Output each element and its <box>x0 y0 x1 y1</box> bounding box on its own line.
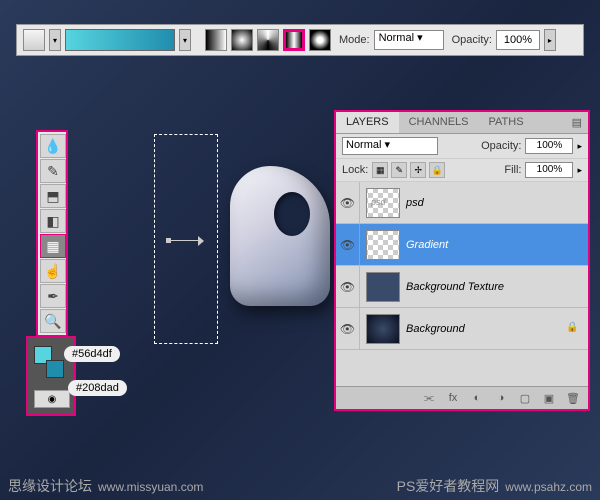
layers-panel-footer: ⫘ fx ◐ ◑ ▢ ▣ 🗑 <box>336 386 588 409</box>
adjustment-layer-icon[interactable]: ◑ <box>492 390 510 406</box>
watermark-right: PS爱好者教程网 www.psahz.com <box>397 476 592 496</box>
brush-tool[interactable]: ✎ <box>40 159 66 183</box>
panel-tabs: LAYERS CHANNELS PATHS ▤ <box>336 112 588 134</box>
zoom-tool[interactable]: 🔍 <box>40 309 66 333</box>
layer-thumbnail[interactable] <box>366 272 400 302</box>
canvas-3d-letter <box>230 166 340 326</box>
layer-opacity-label: Opacity: <box>481 140 521 152</box>
layer-thumbnail[interactable]: psd <box>366 188 400 218</box>
gradient-type-angle[interactable] <box>257 29 279 51</box>
foreground-hex-label: #56d4df <box>64 346 120 362</box>
gradient-type-reflected[interactable] <box>283 29 305 51</box>
clone-stamp-tool[interactable]: ⬒ <box>40 184 66 208</box>
layer-name[interactable]: psd <box>406 197 588 209</box>
layer-row[interactable]: 👁 Background Texture <box>336 266 588 308</box>
layers-panel: LAYERS CHANNELS PATHS ▤ Normal ▾ Opacity… <box>334 110 590 411</box>
smudge-tool[interactable]: ☝ <box>40 259 66 283</box>
layer-fx-icon[interactable]: fx <box>444 390 462 406</box>
opacity-input[interactable]: 100% <box>496 30 540 50</box>
gradient-type-diamond[interactable] <box>309 29 331 51</box>
layer-thumbnail[interactable] <box>366 314 400 344</box>
layer-blend-mode-select[interactable]: Normal ▾ <box>342 137 438 155</box>
layer-group-icon[interactable]: ▢ <box>516 390 534 406</box>
tab-paths[interactable]: PATHS <box>479 112 534 133</box>
layer-list: 👁 psd psd 👁 Gradient 👁 Background Textur… <box>336 182 588 386</box>
tool-preset-dropdown[interactable]: ▾ <box>49 29 61 51</box>
layer-opacity-input[interactable]: 100% <box>525 138 573 154</box>
background-hex-label: #208dad <box>68 380 127 396</box>
tab-layers[interactable]: LAYERS <box>336 112 399 133</box>
opacity-dropdown[interactable]: ▸ <box>544 29 556 51</box>
delete-layer-icon[interactable]: 🗑 <box>564 390 582 406</box>
chevron-icon[interactable]: ▸ <box>577 165 582 176</box>
chevron-icon[interactable]: ▸ <box>577 141 582 152</box>
quick-mask-icon[interactable]: ◉ <box>34 390 70 408</box>
visibility-eye-icon[interactable]: 👁 <box>336 266 360 307</box>
layer-row[interactable]: 👁 psd psd <box>336 182 588 224</box>
gradient-picker[interactable] <box>65 29 175 51</box>
opacity-label: Opacity: <box>452 34 492 46</box>
visibility-eye-icon[interactable]: 👁 <box>336 224 360 265</box>
gradient-type-radial[interactable] <box>231 29 253 51</box>
lock-all-icon[interactable]: 🔒 <box>429 162 445 178</box>
tab-channels[interactable]: CHANNELS <box>399 112 479 133</box>
gradient-type-linear[interactable] <box>205 29 227 51</box>
layer-mask-icon[interactable]: ◐ <box>468 390 486 406</box>
tools-strip: 💧 ✎ ⬒ ◧ ▦ ☝ ✒ 🔍 <box>36 130 68 337</box>
layer-name[interactable]: Gradient <box>406 239 588 251</box>
mode-label: Mode: <box>339 34 370 46</box>
watermark-left: 思缘设计论坛 www.missyuan.com <box>8 476 203 496</box>
layer-name[interactable]: Background Texture <box>406 281 588 293</box>
fill-input[interactable]: 100% <box>525 162 573 178</box>
lock-image-icon[interactable]: ✎ <box>391 162 407 178</box>
gradient-picker-dropdown[interactable]: ▾ <box>179 29 191 51</box>
lock-label: Lock: <box>342 164 368 176</box>
layer-row[interactable]: 👁 Background 🔒 <box>336 308 588 350</box>
link-layers-icon[interactable]: ⫘ <box>420 390 438 406</box>
layer-row[interactable]: 👁 Gradient <box>336 224 588 266</box>
lock-transparency-icon[interactable]: ▦ <box>372 162 388 178</box>
visibility-eye-icon[interactable]: 👁 <box>336 182 360 223</box>
background-color-swatch[interactable] <box>46 360 64 378</box>
gradient-options-bar: ▾ ▾ Mode: Normal ▾ Opacity: 100% ▸ <box>16 24 584 56</box>
eraser-tool[interactable]: ◧ <box>40 209 66 233</box>
gradient-drag-indicator <box>168 236 204 246</box>
pen-tool[interactable]: ✒ <box>40 284 66 308</box>
blur-tool[interactable]: 💧 <box>40 134 66 158</box>
blend-mode-select[interactable]: Normal ▾ <box>374 30 444 50</box>
lock-position-icon[interactable]: ✢ <box>410 162 426 178</box>
new-layer-icon[interactable]: ▣ <box>540 390 558 406</box>
fill-label: Fill: <box>504 164 521 176</box>
layer-name[interactable]: Background <box>406 323 566 335</box>
lock-icon: 🔒 <box>566 322 580 336</box>
gradient-tool[interactable]: ▦ <box>40 234 66 258</box>
visibility-eye-icon[interactable]: 👁 <box>336 308 360 349</box>
tool-preset-icon[interactable] <box>23 29 45 51</box>
layer-thumbnail[interactable] <box>366 230 400 260</box>
panel-menu-icon[interactable]: ▤ <box>566 112 588 133</box>
